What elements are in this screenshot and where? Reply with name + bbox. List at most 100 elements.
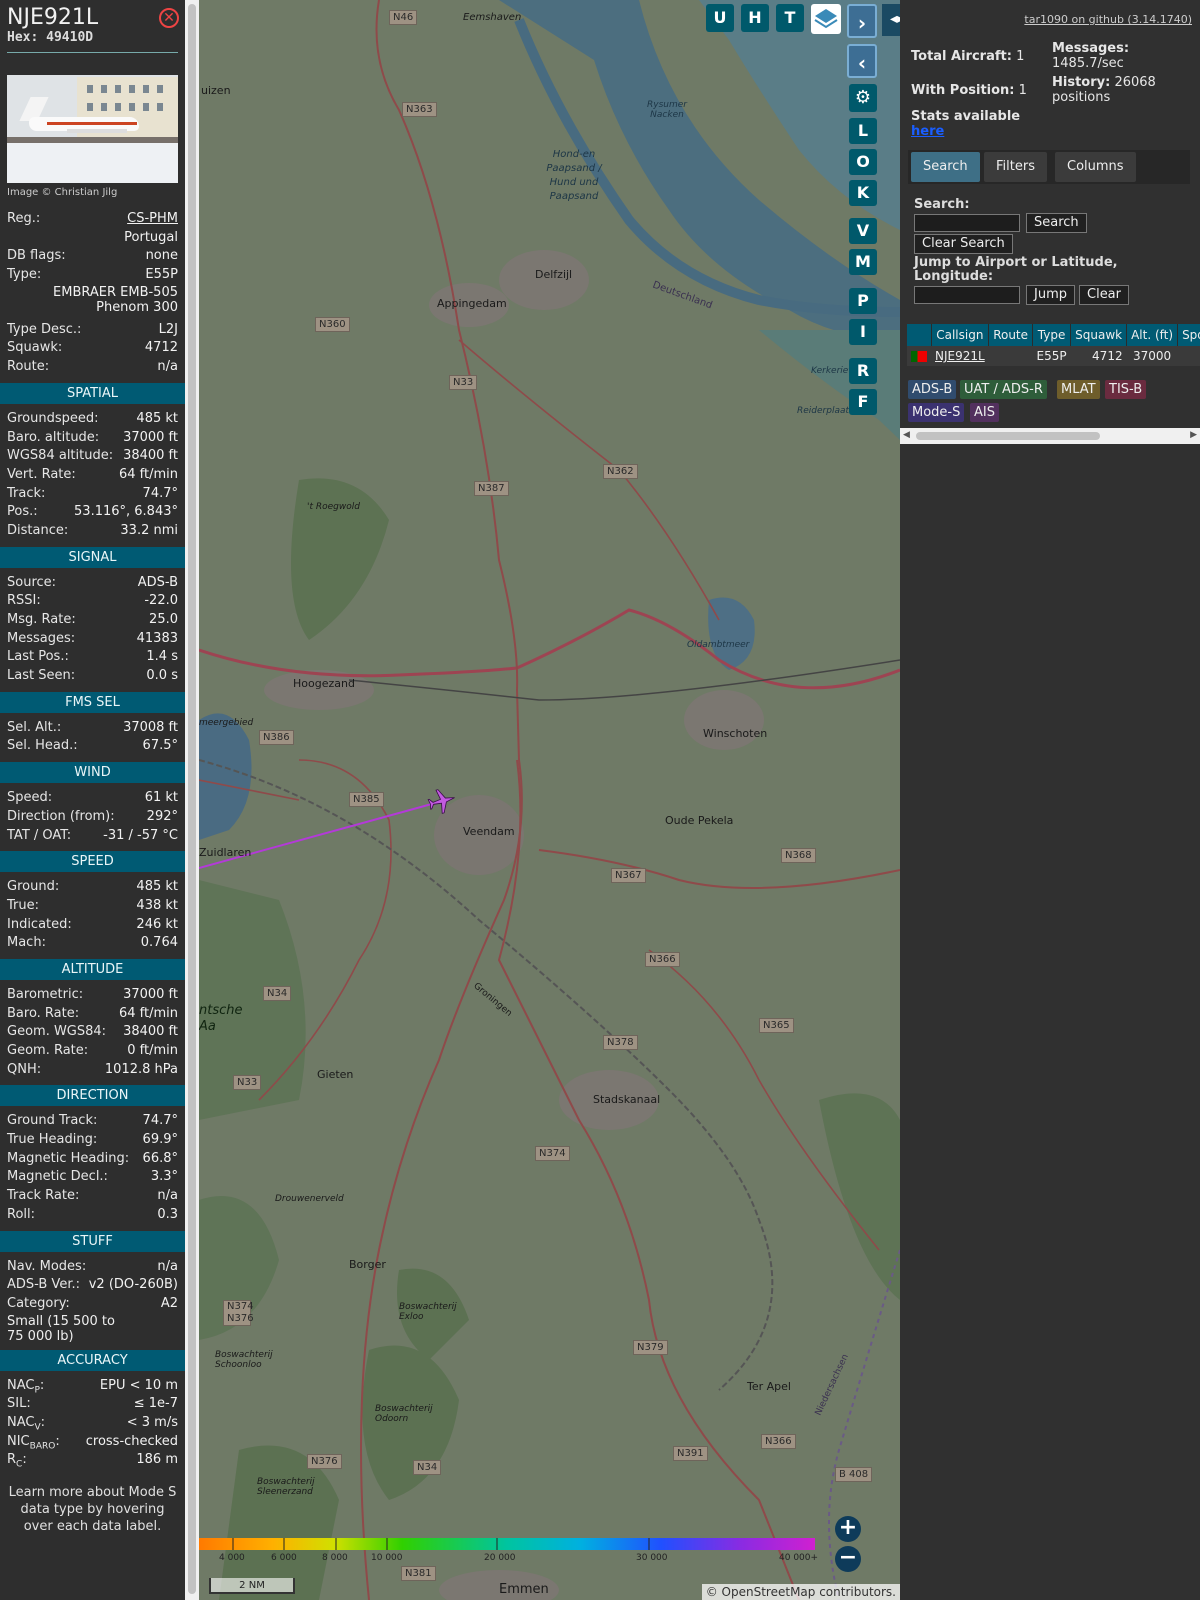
tab-search[interactable]: Search (911, 152, 980, 182)
info-row-label: RSSI: (7, 592, 41, 611)
map-view[interactable]: Eemshaven uizen Delfzijl Appingedam Hoog… (199, 0, 900, 1600)
map-button-l[interactable]: L (849, 118, 877, 144)
map-button-p[interactable]: P (849, 288, 877, 314)
map-button-m[interactable]: M (849, 249, 877, 275)
map-button-u[interactable]: U (706, 4, 734, 32)
source-uat-adsr[interactable]: UAT / ADS-R (960, 380, 1047, 399)
info-row: Barometric: 37000 ft (0, 986, 185, 1005)
expand-panel-button[interactable]: › (847, 4, 877, 38)
jump-input[interactable] (914, 286, 1020, 304)
place-label: Drouwenerveld (275, 1194, 344, 1204)
source-tisb[interactable]: TIS-B (1105, 380, 1147, 399)
info-row-label: NACP: (7, 1377, 45, 1396)
search-button[interactable]: Search (1026, 213, 1087, 233)
info-row: Last Pos.: 1.4 s (0, 648, 185, 667)
info-row-label: NICBARO: (7, 1433, 60, 1452)
total-aircraft-value: 1 (1016, 49, 1025, 64)
info-row: Roll: 0.3 (0, 1206, 185, 1225)
map-button-k[interactable]: K (849, 180, 877, 206)
info-row-label-text: Track Rate: (7, 1188, 80, 1204)
category-description: Small (15 500 to 75 000 lb) (7, 1313, 115, 1344)
column-altitude[interactable]: Alt. (ft) (1126, 324, 1179, 346)
jump-button[interactable]: Jump (1026, 285, 1075, 305)
info-row-value: ADS-B (137, 574, 178, 590)
close-icon[interactable]: ✕ (159, 8, 179, 28)
column-speed[interactable]: Spd. (1177, 324, 1200, 346)
section-header-stuff: STUFF (0, 1230, 185, 1252)
tab-columns[interactable]: Columns (1055, 152, 1136, 182)
info-row-label: QNH: (7, 1061, 41, 1080)
zoom-out-button[interactable]: − (835, 1546, 861, 1572)
stats-link[interactable]: here (911, 124, 944, 139)
column-type[interactable]: Type (1032, 324, 1072, 346)
layers-icon[interactable] (811, 4, 841, 34)
info-row-label-text: True: (7, 897, 39, 913)
map-button-t[interactable]: T (776, 4, 804, 32)
map-button-h[interactable]: H (741, 4, 769, 32)
github-link[interactable]: tar1090 on github (3.14.1740) (1024, 13, 1192, 26)
info-row-value: n/a (157, 1258, 178, 1274)
road-shield: N385 (349, 792, 384, 807)
source-ais[interactable]: AIS (970, 403, 999, 422)
search-input[interactable] (914, 214, 1020, 232)
registration-link[interactable]: CS-PHM (127, 210, 178, 229)
zoom-in-button[interactable]: + (835, 1516, 861, 1542)
info-row: Speed: 61 kt (0, 789, 185, 808)
info-top-rows-2: Type Desc.: L2J Squawk: 4712 Route: n/a (0, 321, 185, 377)
clear-search-button[interactable]: Clear Search (914, 234, 1013, 254)
toggle-sidebar-icon[interactable]: ◂▸ (882, 4, 900, 36)
info-row-label: Reg.: (7, 210, 40, 229)
info-row-value: 53.116°, 6.843° (74, 504, 178, 520)
info-panel-scrollbar[interactable] (185, 0, 199, 1600)
map-button-i[interactable]: I (849, 319, 877, 345)
road-shield: N368 (781, 848, 816, 863)
info-row-value: 74.7° (142, 485, 178, 501)
column-flag[interactable] (907, 324, 932, 346)
info-row-label: Geom. WGS84: (7, 1023, 106, 1042)
column-callsign[interactable]: Callsign (931, 324, 990, 346)
source-adsb[interactable]: ADS-B (908, 380, 957, 399)
info-row-label-text: Route: (7, 359, 50, 375)
info-row-label-sub: BARO (29, 1441, 56, 1452)
info-row-value: E55P (145, 267, 178, 283)
clear-button[interactable]: Clear (1079, 285, 1129, 305)
map-button-o[interactable]: O (849, 149, 877, 175)
column-squawk[interactable]: Squawk (1070, 324, 1128, 346)
info-row-value: -31 / -57 °C (103, 827, 178, 843)
place-label: Hond-en Paapsand / Hund und Paapsand (546, 149, 602, 202)
map-button-f[interactable]: F (849, 389, 877, 415)
info-row-label-text: Indicated: (7, 916, 72, 932)
map-attribution[interactable]: © OpenStreetMap contributors. (701, 1584, 900, 1600)
info-row-label: Geom. Rate: (7, 1042, 88, 1061)
info-row-label-text: Sel. Alt.: (7, 719, 62, 735)
info-row: TAT / OAT: -31 / -57 °C (0, 827, 185, 846)
info-row: Pos.: 53.116°, 6.843° (0, 503, 185, 522)
map-button-r[interactable]: R (849, 358, 877, 384)
aircraft-marker-icon[interactable] (427, 786, 457, 816)
table-row[interactable]: NJE921L E55P 4712 37000 (907, 346, 1200, 366)
header-divider (7, 52, 178, 53)
info-row: Track Rate: n/a (0, 1187, 185, 1206)
aircraft-photo[interactable] (7, 75, 178, 183)
tab-filters[interactable]: Filters (984, 152, 1047, 182)
settings-gear-icon[interactable]: ⚙ (849, 84, 877, 112)
road-shield: N360 (315, 317, 350, 332)
row-type: E55P (1032, 346, 1071, 366)
source-modes[interactable]: Mode-S (908, 403, 965, 422)
info-row: Sel. Head.: 67.5° (0, 737, 185, 756)
info-row-value: 292° (146, 808, 178, 824)
collapse-panel-button[interactable]: ‹ (847, 44, 877, 78)
place-label: ntsche Aa (199, 1003, 243, 1034)
table-horizontal-scrollbar[interactable]: ◀ ▶ (900, 428, 1200, 444)
map-button-v[interactable]: V (849, 218, 877, 244)
type-description-line: Phenom 300 (96, 299, 178, 315)
column-route[interactable]: Route (988, 324, 1034, 346)
info-row-label: Vert. Rate: (7, 466, 76, 485)
info-row-label-text: Magnetic Decl.: (7, 1169, 108, 1185)
place-label: Veendam (463, 825, 515, 838)
source-mlat[interactable]: MLAT (1057, 380, 1100, 399)
place-label: Zuidlaren (199, 846, 252, 859)
info-row: DB flags: none (0, 247, 185, 266)
row-callsign[interactable]: NJE921L (931, 346, 989, 366)
info-row: Last Seen: 0.0 s (0, 667, 185, 686)
